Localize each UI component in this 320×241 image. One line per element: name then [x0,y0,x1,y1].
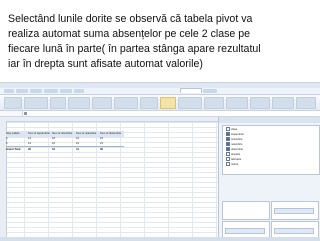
checkbox-checked-icon[interactable] [226,147,230,152]
field-label: martie [231,163,239,166]
tab-home[interactable] [16,89,28,93]
excel-screenshot: Row Labels Sum of septembrie Sum of octomb… [0,82,320,241]
ribbon-button[interactable] [204,97,224,109]
checkbox-checked-icon[interactable] [226,142,230,147]
ribbon-button[interactable] [160,97,176,109]
ribbon-button[interactable] [226,97,248,109]
pivot-grand-total-row[interactable]: Grand Total 26 34 41 36 [6,146,124,154]
checkbox-icon[interactable] [226,162,230,167]
caption-line-3: fiecare lună în parte( în partea stânga … [8,43,261,55]
field-chip[interactable] [274,208,314,214]
ribbon-button[interactable] [296,97,316,109]
field-label: clasa [231,128,238,131]
caption-line-4: iar în drepta sunt afisate automat valor… [8,58,203,70]
tab-page-layout[interactable] [44,89,58,93]
pivot-cell: Grand Total [6,148,21,151]
ribbon-tabs [0,88,320,95]
ribbon-button[interactable] [140,97,158,109]
tab-data[interactable] [74,89,84,93]
tab-file[interactable] [4,89,14,93]
pivot-field-list-panel: clasa septembrie octombrie noiembrie dec… [218,117,320,241]
tab-insert[interactable] [30,89,42,93]
panel-header [219,117,320,123]
checkbox-icon[interactable] [226,127,230,132]
column-labels-area[interactable] [271,201,319,220]
field-label: septembrie [231,133,244,136]
tab-formulas[interactable] [60,89,72,93]
pivot-cell: 34 [52,148,55,151]
caption-line-2: realiza automat suma absențelor pe cele … [8,28,251,40]
field-item[interactable]: martie [226,162,238,167]
field-label: decembrie [231,148,244,151]
field-label: octombrie [231,138,243,141]
worksheet-grid[interactable]: Row Labels Sum of septembrie Sum of octomb… [0,117,218,241]
ribbon-button[interactable] [250,97,270,109]
status-bar [0,237,320,241]
field-chip[interactable] [274,228,314,234]
pivot-cell: 41 [76,148,79,151]
ribbon-button[interactable] [4,97,22,109]
name-box[interactable] [0,111,23,116]
pivot-cell: 26 [28,148,31,151]
slide-caption: Selectând lunile dorite se observă că ta… [8,12,314,72]
fx-icon [24,112,27,115]
checkbox-icon[interactable] [226,152,230,157]
column-headers [0,117,218,122]
ribbon-button[interactable] [24,97,48,109]
field-label: ianuarie [231,153,241,156]
checkbox-checked-icon[interactable] [226,132,230,137]
field-chip[interactable] [225,228,265,234]
tab-pivot-options[interactable] [180,88,202,93]
tab-pivot-design[interactable] [203,89,217,93]
ribbon-button[interactable] [272,97,294,109]
checkbox-icon[interactable] [226,157,230,162]
ribbon-button[interactable] [92,97,112,109]
ribbon-toolbar [0,95,320,111]
field-label: februarie [231,158,242,161]
pivot-areas [222,201,319,240]
pivot-cell: 36 [100,148,103,151]
field-label: noiembrie [231,143,243,146]
caption-line-1: Selectând lunile dorite se observă că ta… [8,13,253,25]
checkbox-checked-icon[interactable] [226,137,230,142]
ribbon-button[interactable] [178,97,202,109]
report-filter-area[interactable] [222,201,270,220]
ribbon-button[interactable] [50,97,66,109]
ribbon-button[interactable] [114,97,138,109]
ribbon-button[interactable] [68,97,90,109]
field-list: clasa septembrie octombrie noiembrie dec… [222,125,320,175]
